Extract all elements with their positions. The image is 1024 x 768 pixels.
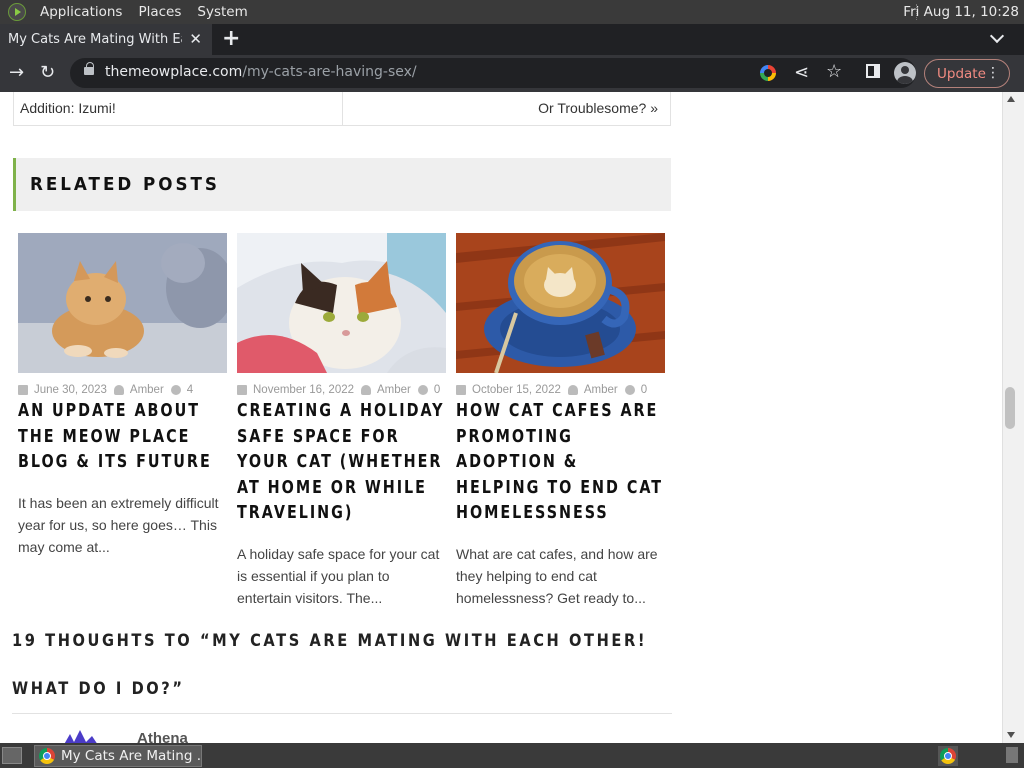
system-menu[interactable]: System	[189, 4, 255, 20]
related-posts-header: RELATED POSTS	[13, 158, 671, 211]
new-tab-icon[interactable]: +	[222, 26, 240, 51]
page-viewport: Addition: Izumi! Or Troublesome? » RELAT…	[0, 92, 1002, 743]
post-title-link[interactable]: An Update About The Meow Place Blog & It…	[18, 399, 227, 476]
calendar-icon	[456, 385, 466, 395]
post-comment-count[interactable]: 0	[434, 384, 440, 396]
calico-cat-under-blanket-photo[interactable]	[237, 233, 446, 373]
user-icon	[113, 385, 124, 395]
trash-icon[interactable]	[1006, 747, 1018, 763]
post-navigation: Addition: Izumi! Or Troublesome? »	[13, 92, 671, 126]
related-post-card: November 16, 2022 Amber 0 Creating A Hol…	[237, 233, 446, 609]
forward-arrow-icon[interactable]: →	[9, 63, 24, 83]
post-title-link[interactable]: How Cat Cafes Are Promoting Adoption & H…	[456, 399, 665, 527]
post-date[interactable]: November 16, 2022	[253, 384, 354, 396]
update-button[interactable]: Update ⋮	[924, 59, 1010, 88]
commenter-avatar	[60, 728, 110, 743]
update-label: Update	[937, 65, 986, 82]
comment-icon	[170, 385, 181, 395]
scroll-down-arrow-icon[interactable]	[1007, 732, 1015, 738]
lock-icon[interactable]	[84, 62, 94, 75]
scroll-up-arrow-icon[interactable]	[1007, 96, 1015, 102]
page-scrollbar[interactable]	[1002, 92, 1024, 743]
post-comment-count[interactable]: 0	[641, 384, 647, 396]
related-post-card: October 15, 2022 Amber 0 How Cat Cafes A…	[456, 233, 665, 609]
related-posts-heading: RELATED POSTS	[30, 174, 220, 195]
comment-author[interactable]: Athena	[137, 730, 188, 743]
scrollbar-thumb[interactable]	[1005, 387, 1015, 429]
browser-toolbar: → ↻ themeowplace.com/my-cats-are-having-…	[0, 55, 1024, 92]
calendar-icon	[237, 385, 247, 395]
post-author[interactable]: Amber	[130, 384, 164, 396]
comment-icon	[417, 385, 428, 395]
post-author[interactable]: Amber	[377, 384, 411, 396]
comments-title: 19 thoughts to “My Cats Are Mating With …	[12, 631, 648, 699]
taskbar-window-label: My Cats Are Mating ...	[61, 748, 202, 764]
post-meta: June 30, 2023 Amber 4	[18, 384, 227, 396]
side-panel-icon[interactable]	[866, 64, 880, 78]
bookmark-star-icon[interactable]: ☆	[826, 62, 842, 82]
cat-latte-art-photo[interactable]	[456, 233, 665, 373]
comment-icon	[624, 385, 635, 395]
post-date[interactable]: October 15, 2022	[472, 384, 561, 396]
browser-tab-active[interactable]: My Cats Are Mating With Each Other! What…	[0, 24, 212, 55]
applications-menu[interactable]: Applications	[32, 4, 130, 20]
tray-chrome-icon[interactable]	[938, 746, 958, 766]
chrome-icon	[940, 748, 956, 764]
post-meta: November 16, 2022 Amber 0	[237, 384, 446, 396]
calendar-icon	[18, 385, 28, 395]
post-excerpt: What are cat cafes, and how are they hel…	[456, 545, 658, 606]
address-bar[interactable]: themeowplace.com/my-cats-are-having-sex/…	[70, 58, 916, 88]
os-top-panel: Applications Places System Fri Aug 11, 1…	[0, 0, 1024, 24]
tab-title: My Cats Are Mating With Each Other! What…	[8, 32, 182, 47]
orange-kitten-photo[interactable]	[18, 233, 227, 373]
places-menu[interactable]: Places	[130, 4, 189, 20]
post-excerpt: A holiday safe space for your cat is ess…	[237, 545, 440, 606]
user-icon	[567, 385, 578, 395]
post-title-link[interactable]: Creating A Holiday Safe Space For Your C…	[237, 399, 446, 527]
post-excerpt: It has been an extremely difficult year …	[18, 494, 219, 555]
post-date[interactable]: June 30, 2023	[34, 384, 107, 396]
share-icon[interactable]: ⋖	[794, 63, 809, 83]
chrome-icon	[39, 748, 55, 764]
next-post-link[interactable]: Or Troublesome? »	[538, 100, 658, 116]
os-taskbar: My Cats Are Mating ...	[0, 743, 1024, 768]
url-host: themeowplace.com	[105, 64, 243, 80]
related-post-card: June 30, 2023 Amber 4 An Update About Th…	[18, 233, 227, 558]
user-icon	[361, 385, 372, 395]
post-author[interactable]: Amber	[584, 384, 618, 396]
post-nav-divider	[342, 92, 343, 126]
clock[interactable]: Fri Aug 11, 10:28	[903, 4, 1019, 20]
url-path: /my-cats-are-having-sex/	[242, 64, 417, 80]
comments-divider	[12, 713, 672, 714]
tab-search-chevron-icon[interactable]	[989, 28, 1005, 44]
post-comment-count[interactable]: 4	[187, 384, 193, 396]
reload-icon[interactable]: ↻	[40, 63, 55, 83]
tab-strip: My Cats Are Mating With Each Other! What…	[0, 24, 1024, 55]
google-lens-icon[interactable]	[760, 65, 776, 81]
url-text[interactable]: themeowplace.com/my-cats-are-having-sex/	[105, 64, 417, 80]
taskbar-window-button[interactable]: My Cats Are Mating ...	[34, 745, 202, 767]
tab-close-icon[interactable]: ✕	[189, 30, 202, 48]
distro-logo-icon[interactable]	[8, 3, 26, 21]
profile-avatar-icon[interactable]	[894, 62, 916, 84]
show-desktop-icon[interactable]	[2, 747, 22, 764]
previous-post-link[interactable]: Addition: Izumi!	[20, 100, 116, 116]
kebab-menu-icon[interactable]: ⋮	[986, 65, 1000, 81]
post-meta: October 15, 2022 Amber 0	[456, 384, 665, 396]
